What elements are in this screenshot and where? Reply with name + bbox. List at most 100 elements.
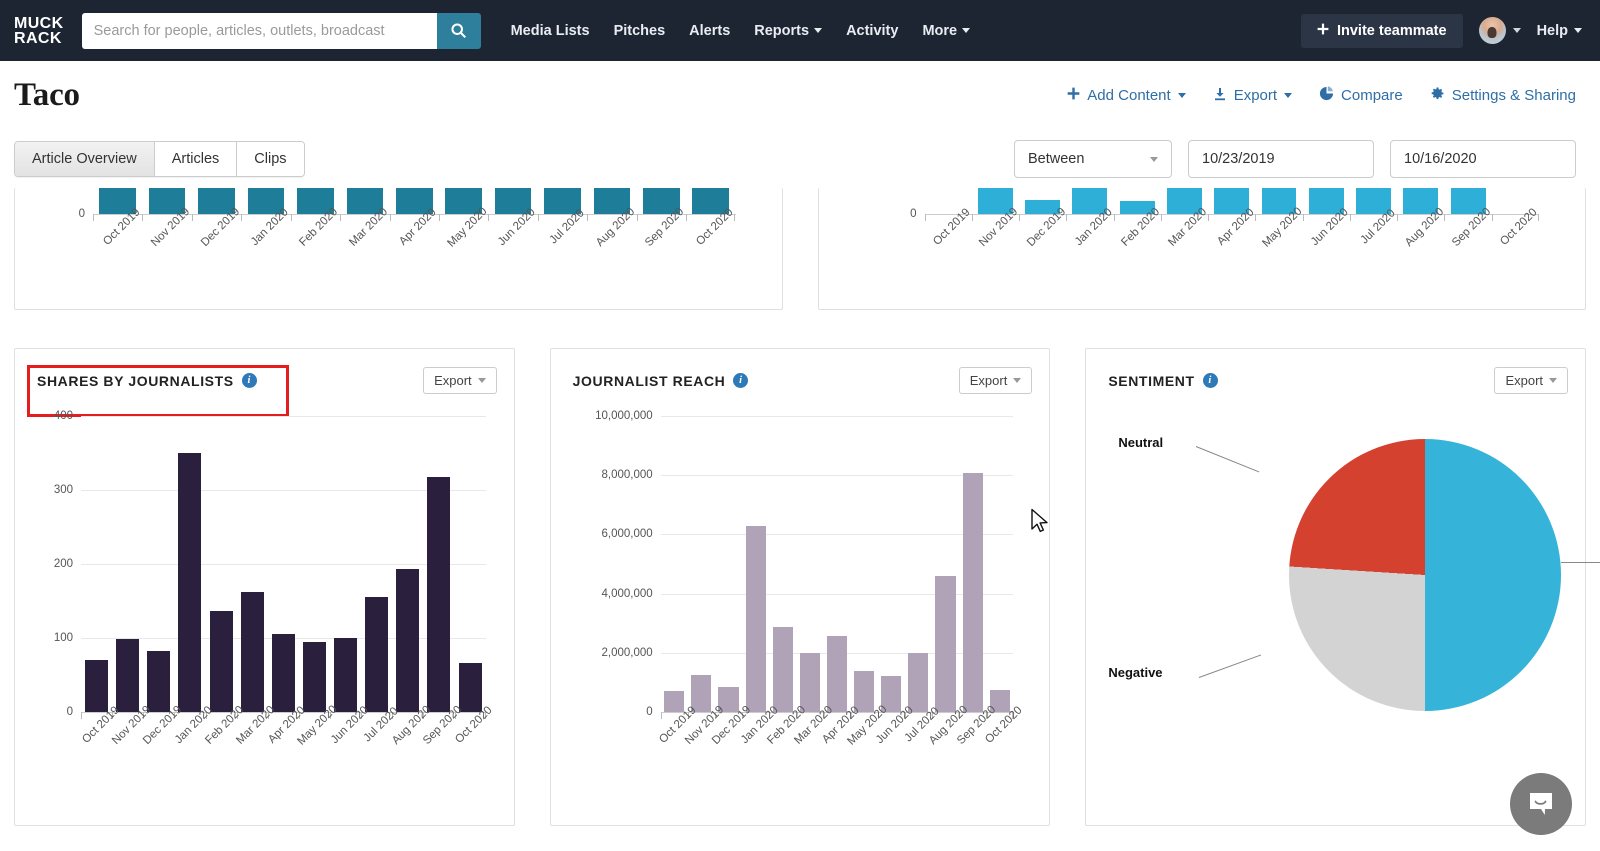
- bar[interactable]: [691, 675, 711, 712]
- nav-label: Reports: [754, 23, 809, 39]
- bar[interactable]: [210, 611, 233, 712]
- bar[interactable]: [854, 671, 874, 712]
- bar[interactable]: [908, 653, 928, 712]
- chevron-down-icon: [478, 378, 486, 383]
- axis-tick-label: 200: [54, 558, 73, 570]
- settings-sharing-button[interactable]: Settings & Sharing: [1430, 86, 1576, 105]
- top-right-chart: 0 Oct 2019Nov 2019Dec 2019Jan 2020Feb 20…: [819, 188, 1586, 214]
- top-chart-row: 0 Oct 2019Nov 2019Dec 2019Jan 2020Feb 20…: [14, 188, 1586, 310]
- bar[interactable]: [746, 526, 766, 712]
- chat-bubble-icon[interactable]: [1510, 773, 1572, 835]
- add-content-label: Add Content: [1087, 87, 1170, 104]
- page-title: Taco: [14, 77, 80, 114]
- date-filters: Between 10/23/2019 10/16/2020: [1014, 140, 1576, 178]
- nav-item-alerts[interactable]: Alerts: [689, 23, 730, 39]
- plus-icon: [1317, 23, 1329, 39]
- bar-slot: [455, 416, 486, 712]
- bar[interactable]: [773, 627, 793, 712]
- bar-slot: [237, 416, 268, 712]
- bar[interactable]: [334, 638, 357, 712]
- reach-export-label: Export: [970, 373, 1008, 388]
- export-button[interactable]: Export: [1213, 87, 1292, 105]
- bar-series: [81, 416, 486, 712]
- date-range-select[interactable]: Between: [1014, 140, 1172, 178]
- bar[interactable]: [241, 592, 264, 712]
- nav-label: Pitches: [614, 23, 666, 39]
- invite-teammate-button[interactable]: Invite teammate: [1301, 14, 1463, 48]
- bar[interactable]: [459, 663, 482, 712]
- sentiment-export-label: Export: [1505, 373, 1543, 388]
- tab-articles[interactable]: Articles: [155, 142, 238, 176]
- search-input[interactable]: [82, 13, 437, 49]
- sentiment-export-button[interactable]: Export: [1494, 367, 1568, 394]
- axis-tick-label: 8,000,000: [602, 469, 653, 481]
- compare-button[interactable]: Compare: [1319, 86, 1403, 105]
- avatar: [1479, 17, 1506, 44]
- bar[interactable]: [365, 597, 388, 712]
- bar-slot: [932, 416, 959, 712]
- bar[interactable]: [800, 653, 820, 712]
- invite-teammate-label: Invite teammate: [1337, 23, 1447, 39]
- pie-leader-line-positive: [1561, 562, 1600, 563]
- bar-slot: [905, 416, 932, 712]
- pie-graphic[interactable]: [1289, 439, 1561, 711]
- bar-slot: [112, 416, 143, 712]
- chevron-down-icon: [1013, 378, 1021, 383]
- bar[interactable]: [272, 634, 295, 712]
- shares-export-button[interactable]: Export: [423, 367, 497, 394]
- chevron-down-icon: [814, 28, 822, 33]
- tab-and-filter-row: Article Overview Articles Clips Between …: [0, 130, 1600, 188]
- nav-item-more[interactable]: More: [922, 23, 970, 39]
- bar-slot: [742, 416, 769, 712]
- help-menu[interactable]: Help: [1537, 23, 1582, 39]
- axis-tick-label: 0: [910, 208, 916, 220]
- nav-item-media-lists[interactable]: Media Lists: [511, 23, 590, 39]
- add-content-button[interactable]: Add Content: [1067, 87, 1185, 104]
- bar[interactable]: [427, 477, 450, 712]
- bar-slot: [878, 416, 905, 712]
- nav-item-activity[interactable]: Activity: [846, 23, 898, 39]
- bar-slot: [851, 416, 878, 712]
- bar[interactable]: [396, 569, 419, 712]
- bar-slot: [715, 416, 742, 712]
- global-search: [82, 13, 481, 49]
- info-icon[interactable]: i: [1203, 373, 1218, 388]
- axis-tick-label: 0: [79, 208, 85, 220]
- bar[interactable]: [178, 453, 201, 712]
- bar-slot: [423, 416, 454, 712]
- start-date-input[interactable]: 10/23/2019: [1188, 140, 1374, 178]
- axis-tick-label: 400: [54, 410, 73, 422]
- nav-right-group: Invite teammate Help: [1301, 14, 1582, 48]
- start-date-value: 10/23/2019: [1202, 151, 1275, 167]
- muckrack-logo[interactable]: MUCK RACK: [14, 16, 64, 46]
- bar[interactable]: [303, 642, 326, 712]
- nav-item-pitches[interactable]: Pitches: [614, 23, 666, 39]
- date-range-value: Between: [1028, 151, 1084, 167]
- tab-clips[interactable]: Clips: [237, 142, 303, 176]
- search-icon[interactable]: [437, 13, 481, 49]
- reach-export-button[interactable]: Export: [959, 367, 1033, 394]
- panel-shares-by-journalists: SHARES BY JOURNALISTS i Export 010020030…: [14, 348, 515, 826]
- end-date-input[interactable]: 10/16/2020: [1390, 140, 1576, 178]
- bar[interactable]: [963, 473, 983, 712]
- bar[interactable]: [85, 660, 108, 712]
- top-navigation-bar: MUCK RACK Media Lists Pitches Alerts Rep…: [0, 0, 1600, 61]
- tab-article-overview[interactable]: Article Overview: [15, 142, 155, 176]
- chevron-down-icon: [962, 28, 970, 33]
- user-menu[interactable]: [1479, 17, 1521, 44]
- bar-slot: [174, 416, 205, 712]
- bar[interactable]: [116, 639, 139, 712]
- chevron-down-icon: [1574, 28, 1582, 33]
- top-left-chart: 0 Oct 2019Nov 2019Dec 2019Jan 2020Feb 20…: [15, 188, 782, 214]
- bar[interactable]: [935, 576, 955, 712]
- axis-tick-label: 10,000,000: [595, 410, 653, 422]
- bar[interactable]: [147, 651, 170, 712]
- nav-item-reports[interactable]: Reports: [754, 23, 822, 39]
- bar[interactable]: [664, 691, 684, 712]
- bar[interactable]: [827, 636, 847, 712]
- info-icon[interactable]: i: [242, 373, 257, 388]
- reach-panel-header: JOURNALIST REACH i Export: [551, 349, 1050, 394]
- info-icon[interactable]: i: [733, 373, 748, 388]
- bar-slot: [206, 416, 237, 712]
- nav-label: Media Lists: [511, 23, 590, 39]
